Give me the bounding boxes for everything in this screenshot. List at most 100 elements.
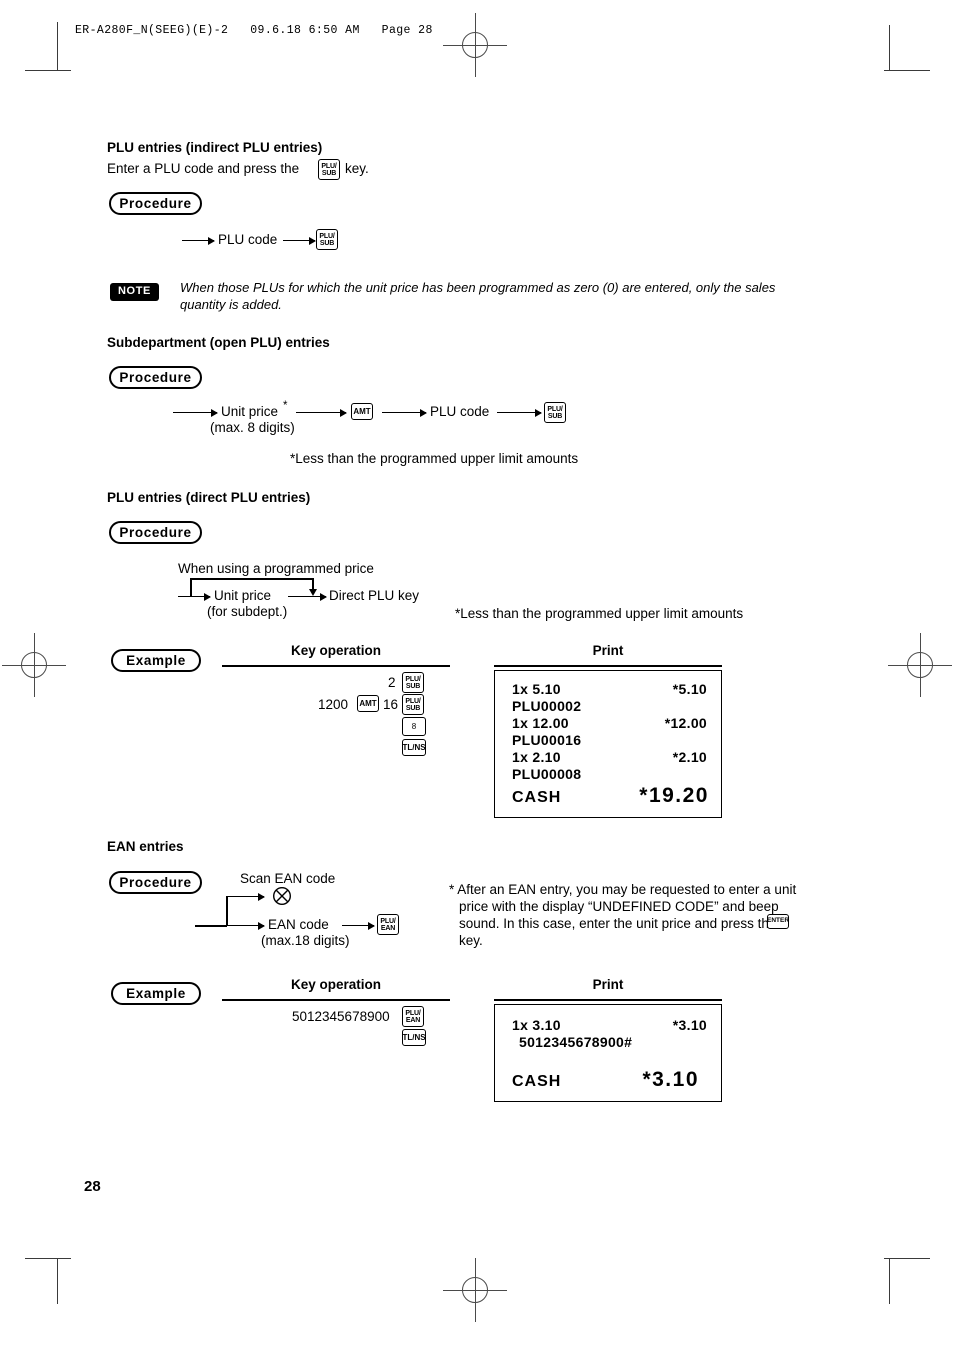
amt-key-flow2: AMT: [351, 403, 373, 420]
flow3-unit-price-label: Unit price: [214, 588, 272, 603]
receipt2-total-value: *3.10: [642, 1068, 699, 1091]
key-operation-heading-1: Key operation: [290, 643, 382, 658]
key-label-line2: EAN: [380, 924, 396, 932]
key-operation-rule-2: [222, 999, 450, 1001]
procedure-badge-4: Procedure: [109, 871, 202, 894]
page-number: 28: [84, 1178, 101, 1195]
amt-key-op1: AMT: [357, 695, 379, 712]
keyop1-row2-value2: 16: [383, 697, 399, 712]
crop-mark-bottom-left-v: [57, 1258, 58, 1304]
ean-code-label: EAN code: [268, 917, 329, 932]
note-text: When those PLUs for which the unit price…: [180, 280, 776, 312]
heading-ean: EAN entries: [107, 839, 184, 854]
flow2-unit-price-asterisk: *: [283, 400, 288, 412]
receipt2-total-label: CASH: [512, 1073, 562, 1090]
receipt2-row1-sub: 5012345678900#: [519, 1034, 633, 1050]
plu-sub-key-flow2: PLU/ SUB: [544, 402, 566, 423]
receipt-1: 1x 5.10 *5.10 PLU00002 1x 12.00 *12.00 P…: [494, 670, 722, 818]
flow3-arrow-to-directkey: [288, 592, 327, 601]
key-label-line2: SUB: [405, 682, 421, 690]
receipt1-row2-sub: PLU00016: [512, 732, 582, 748]
branch-left-riser: [190, 578, 192, 596]
tlns-key-op1: TL/NS: [402, 739, 426, 756]
crop-mark-top-right-h: [884, 70, 930, 71]
note-badge: NOTE: [110, 283, 159, 301]
ean-scan-label: Scan EAN code: [240, 871, 336, 886]
procedure-badge-1: Procedure: [109, 192, 202, 215]
heading-subdepartment: Subdepartment (open PLU) entries: [107, 335, 330, 350]
procedure-badge-2: Procedure: [109, 366, 202, 389]
key-label-line1: PLU/: [319, 232, 335, 240]
flow2-unit-price-label: Unit price: [221, 404, 279, 419]
receipt1-row1-right: *5.10: [672, 681, 707, 697]
key-label-line1: PLU/: [380, 917, 396, 925]
heading-indirect-plu: PLU entries (indirect PLU entries): [107, 140, 323, 155]
receipt1-row1-left: 1x 5.10: [512, 681, 561, 697]
key-operation-rule-1: [222, 665, 450, 667]
ean-footnote-line2: price with the display “UNDEFINED CODE” …: [459, 899, 779, 914]
registration-mark-left: [2, 633, 66, 697]
flow3-arrow-in: [178, 592, 211, 601]
tlns-key-op2: TL/NS: [402, 1029, 426, 1046]
registration-mark-top: [443, 13, 507, 77]
print-rule-2: [494, 999, 722, 1001]
plu-sub-key-op2: PLU/ SUB: [402, 694, 424, 715]
branch-arrow-down: [309, 589, 317, 596]
key-label-line1: AMT: [353, 406, 371, 416]
plu-ean-key-op: PLU/ EAN: [402, 1006, 424, 1027]
receipt1-total-value: *19.20: [639, 784, 709, 807]
flow1-arrow-in: [182, 236, 215, 245]
keyop1-row1-value: 2: [388, 675, 396, 690]
ean-max-digits: (max.18 digits): [261, 933, 350, 948]
key-label-line2: SUB: [547, 412, 563, 420]
ean-arrow-code-in: [226, 921, 265, 930]
crop-mark-top-right-v: [889, 25, 890, 71]
flow2-arrow-to-key: [497, 408, 542, 417]
flow3-unit-price-sub: (for subdept.): [207, 604, 288, 619]
keyop1-row2-value: 1200: [318, 697, 349, 712]
registration-mark-bottom: [443, 1258, 507, 1322]
digit-key-8: 8: [402, 717, 426, 736]
receipt1-row3-right: *2.10: [672, 749, 707, 765]
scan-barcode-icon: [272, 886, 292, 906]
crop-mark-top-left-h: [25, 70, 71, 71]
ean-footnote-line4: key.: [459, 933, 483, 948]
flow3-direct-plu-key-label: Direct PLU key: [329, 588, 420, 603]
crop-mark-bottom-right-v: [889, 1258, 890, 1304]
flow2-arrow-in: [173, 408, 218, 417]
ean-branch-riser: [226, 896, 228, 926]
key-label-line1: 8: [411, 721, 417, 731]
keyop2-row1-value: 5012345678900: [292, 1009, 390, 1024]
receipt2-row1-left: 1x 3.10: [512, 1017, 561, 1033]
flow2-arrow-to-amt: [296, 408, 347, 417]
key-label-line1: ENTER: [767, 917, 789, 925]
receipt2-row1-right: *3.10: [672, 1017, 707, 1033]
plu-ean-key-flow: PLU/ EAN: [377, 914, 399, 935]
key-label-line1: PLU/: [405, 675, 421, 683]
key-label-line2: SUB: [321, 169, 337, 177]
document-page: ER-A280F_N(SEEG)(E)-2 09.6.18 6:50 AM Pa…: [0, 0, 954, 1351]
plu-sub-key-flow1: PLU/ SUB: [316, 229, 338, 250]
plu-sub-key-inline: PLU/ SUB: [318, 159, 340, 180]
indirect-plu-intro-after: key.: [345, 161, 369, 176]
ean-arrow-to-key: [342, 921, 375, 930]
print-heading-2: Print: [592, 977, 624, 992]
procedure-badge-3: Procedure: [109, 521, 202, 544]
key-label-line1: PLU/: [405, 697, 421, 705]
receipt1-row3-sub: PLU00008: [512, 766, 582, 782]
example-badge-2: Example: [111, 982, 201, 1005]
key-label-line1: PLU/: [321, 162, 337, 170]
enter-key-inline: ENTER: [767, 914, 789, 929]
flow2-max-digits: (max. 8 digits): [210, 420, 295, 435]
receipt1-row3-left: 1x 2.10: [512, 749, 561, 765]
receipt1-row1-sub: PLU00002: [512, 698, 582, 714]
receipt-2: 1x 3.10 *3.10 5012345678900# CASH *3.10: [494, 1004, 722, 1102]
key-label-line1: TL/NS: [402, 1032, 426, 1042]
key-label-line1: AMT: [359, 698, 377, 708]
key-label-line1: TL/NS: [402, 742, 426, 752]
registration-mark-right: [888, 633, 952, 697]
ean-arrow-scan: [226, 892, 265, 901]
ean-branch-base: [195, 925, 227, 927]
direct-plu-branch-label: When using a programmed price: [178, 561, 374, 576]
key-label-line2: EAN: [405, 1016, 421, 1024]
